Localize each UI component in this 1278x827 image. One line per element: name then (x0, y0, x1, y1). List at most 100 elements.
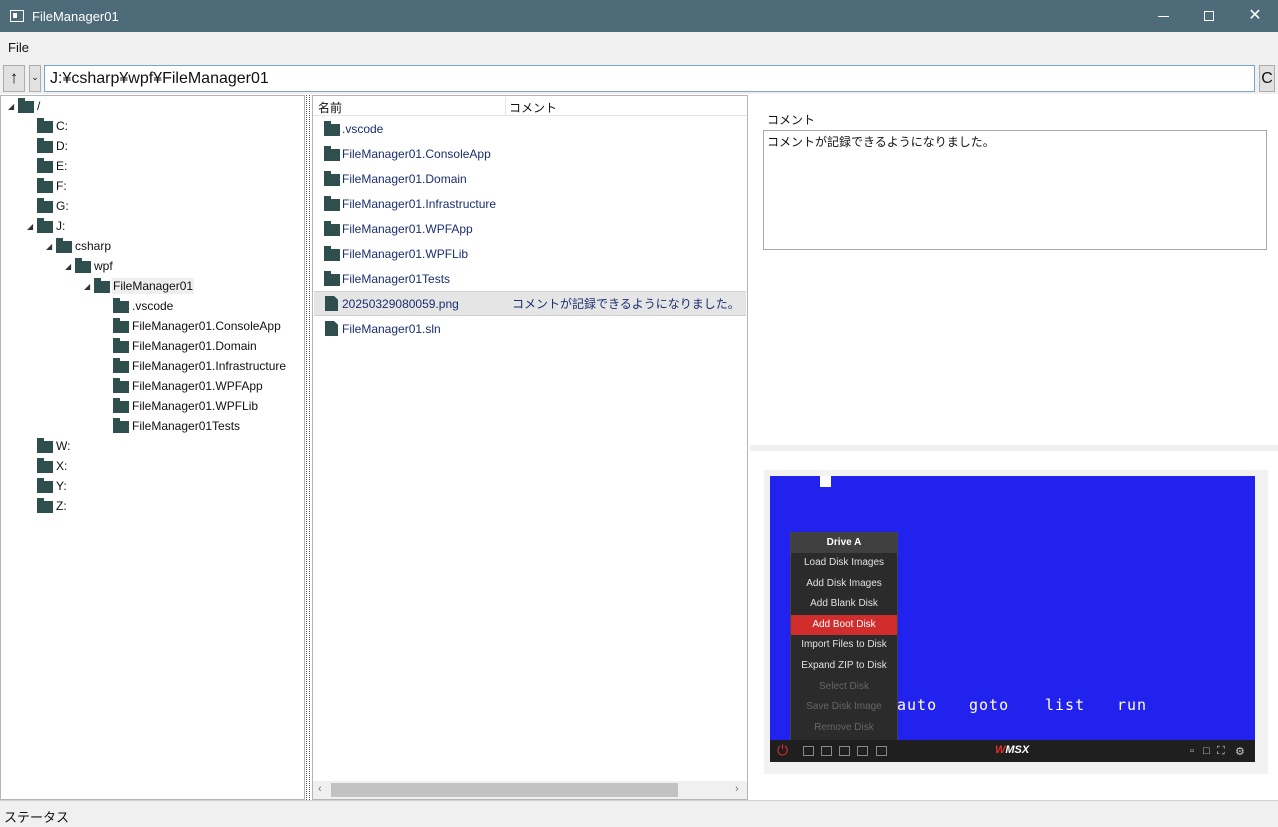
tree-item-label: J: (56, 219, 66, 233)
column-header-comment[interactable]: コメント (509, 99, 557, 116)
folder-icon (113, 378, 129, 393)
list-item[interactable]: 20250329080059.png コメントが記録できるようになりました。 (314, 291, 746, 316)
tree-item-label: FileManager01.WPFApp (132, 379, 263, 393)
tree-item[interactable]: D: (27, 136, 69, 156)
list-item[interactable]: FileManager01.Domain (314, 166, 746, 191)
folder-icon (324, 245, 340, 261)
folder-icon (37, 478, 53, 493)
folder-tree[interactable]: ◢ / C: D: E: F: G: ◢ J: ◢ csharp ◢ wpf ◢ FileManager01… (0, 95, 305, 800)
list-item[interactable]: FileManager01.sln (314, 316, 746, 341)
tree-item-label: FileManager01.ConsoleApp (132, 319, 281, 333)
tree-item[interactable]: ◢ wpf (65, 256, 114, 276)
scroll-thumb[interactable] (331, 783, 678, 797)
power-icon: ⏻ (777, 742, 789, 758)
history-dropdown-button[interactable]: ⌄ (29, 65, 41, 92)
tree-item[interactable]: W: (27, 436, 71, 456)
list-item[interactable]: FileManager01.WPFApp (314, 216, 746, 241)
folder-icon (324, 170, 340, 186)
path-input[interactable]: J:¥csharp¥wpf¥FileManager01 (44, 65, 1255, 92)
tree-item[interactable]: FileManager01.Domain (103, 336, 258, 356)
expanded-arrow-icon[interactable]: ◢ (27, 222, 37, 231)
menu-file[interactable]: File (8, 40, 29, 55)
folder-icon (75, 258, 91, 273)
folder-icon (113, 418, 129, 433)
folder-icon (37, 438, 53, 453)
file-list[interactable]: 名前 コメント .vscode FileManager01.ConsoleApp F… (312, 95, 748, 800)
maximize-button[interactable] (1186, 0, 1232, 32)
expanded-arrow-icon[interactable]: ◢ (84, 282, 94, 291)
tree-item[interactable]: G: (27, 196, 70, 216)
list-item[interactable]: FileManager01.ConsoleApp (314, 141, 746, 166)
tree-item[interactable]: FileManager01Tests (103, 416, 241, 436)
folder-icon (113, 298, 129, 313)
tree-item[interactable]: FileManager01.WPFApp (103, 376, 264, 396)
tree-item-label: FileManager01Tests (132, 419, 241, 433)
tree-item[interactable]: ◢ csharp (46, 236, 112, 256)
column-divider[interactable] (505, 96, 506, 116)
folder-icon (37, 198, 53, 213)
list-item[interactable]: .vscode (314, 116, 746, 141)
tree-item-label: .vscode (132, 299, 174, 313)
column-header-name[interactable]: 名前 (318, 99, 342, 116)
tree-item[interactable]: FileManager01.WPFLib (103, 396, 259, 416)
list-item[interactable]: FileManager01.WPFLib (314, 241, 746, 266)
list-item[interactable]: FileManager01.Infrastructure (314, 191, 746, 216)
expanded-arrow-icon[interactable]: ◢ (65, 262, 75, 271)
folder-icon (94, 278, 110, 293)
list-item-name: FileManager01.Infrastructure (342, 196, 497, 211)
settings-gear-icon: ⚙ (1235, 746, 1245, 758)
tree-item[interactable]: Y: (27, 476, 68, 496)
preview-image: auto goto list run Drive A Load Disk Ima… (770, 476, 1255, 762)
folder-icon (18, 98, 34, 113)
tree-item[interactable]: ◢ FileManager01 (84, 276, 195, 296)
tree-item-label: / (37, 99, 41, 113)
close-button[interactable]: ✕ (1232, 0, 1278, 32)
tree-item[interactable]: .vscode (103, 296, 174, 316)
list-item[interactable]: FileManager01Tests (314, 266, 746, 291)
expanded-arrow-icon[interactable]: ◢ (46, 242, 56, 251)
folder-icon (324, 145, 340, 161)
tree-item[interactable]: E: (27, 156, 68, 176)
folder-icon (113, 398, 129, 413)
tree-item-label: csharp (75, 239, 112, 253)
folder-icon (113, 338, 129, 353)
scroll-left-icon[interactable]: ‹ (318, 783, 322, 795)
file-icon (325, 296, 338, 311)
folder-icon (324, 195, 340, 211)
tree-item[interactable]: FileManager01.ConsoleApp (103, 316, 282, 336)
folder-icon (37, 158, 53, 173)
status-bar: ステータス (0, 800, 1278, 827)
tree-item-label: FileManager01.WPFLib (132, 399, 259, 413)
window-title: FileManager01 (32, 8, 119, 24)
msx-menu-items: Load Disk Images Add Disk Images Add Blank… (791, 553, 897, 738)
folder-icon (56, 238, 72, 253)
folder-icon (37, 178, 53, 193)
tree-item[interactable]: C: (27, 116, 69, 136)
go-button[interactable]: C (1259, 65, 1275, 92)
disk-icon (803, 746, 814, 756)
window-screen-icon: □ (1203, 745, 1210, 757)
tree-item[interactable]: X: (27, 456, 68, 476)
tree-item[interactable]: ◢ / (8, 96, 41, 116)
msx-menu-item: Import Files to Disk (801, 639, 887, 651)
detail-pane: コメント コメントが記録できるようになりました。 (750, 95, 1278, 445)
comment-textbox[interactable]: コメントが記録できるようになりました。 (763, 130, 1267, 250)
tree-item-label: G: (56, 199, 69, 213)
folder-icon (324, 220, 340, 236)
expanded-arrow-icon[interactable]: ◢ (8, 102, 18, 111)
up-folder-button[interactable]: ↑ (3, 65, 25, 92)
tree-item[interactable]: ◢ J: (27, 216, 66, 236)
tree-item[interactable]: FileManager01.Infrastructure (103, 356, 287, 376)
scroll-right-icon[interactable]: › (735, 783, 739, 795)
minimize-button[interactable] (1140, 0, 1186, 32)
tape-icon (876, 746, 887, 756)
msx-menu-item: Remove Disk (814, 721, 874, 733)
tree-item[interactable]: Z: (27, 496, 68, 516)
tree-item-label: C: (56, 119, 68, 133)
msx-menu-title: Drive A (791, 533, 897, 553)
tree-item[interactable]: F: (27, 176, 68, 196)
tree-item-label: FileManager01 (112, 278, 195, 294)
horizontal-scrollbar[interactable]: ‹ › (313, 781, 747, 799)
folder-icon (113, 358, 129, 373)
pane-splitter[interactable] (305, 95, 311, 800)
